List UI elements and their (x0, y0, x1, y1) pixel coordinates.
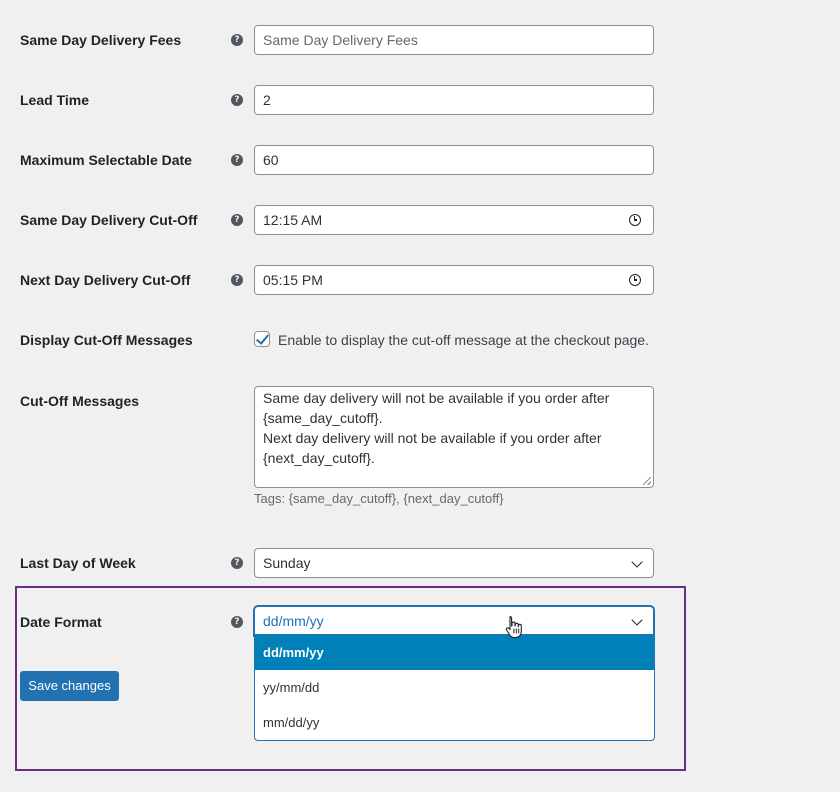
lead-time-input[interactable]: 2 (254, 85, 654, 115)
help-icon[interactable]: ? (231, 557, 243, 569)
textarea-line: {next_day_cutoff}. (263, 450, 375, 466)
clock-icon[interactable] (629, 274, 641, 286)
chevron-down-icon (631, 556, 643, 568)
display-cutoff-description: Enable to display the cut-off message at… (278, 332, 649, 348)
max-date-label: Maximum Selectable Date (20, 152, 192, 168)
same-day-cutoff-value: 12:15 AM (263, 212, 323, 228)
textarea-line: Same day delivery will not be available … (263, 390, 610, 406)
fees-input[interactable]: Same Day Delivery Fees (254, 25, 654, 55)
same-day-cutoff-input[interactable]: 12:15 AM (254, 205, 654, 235)
clock-icon[interactable] (629, 214, 641, 226)
help-icon[interactable]: ? (231, 154, 243, 166)
hand-pointer-icon (505, 615, 522, 639)
next-day-cutoff-label: Next Day Delivery Cut-Off (20, 272, 191, 288)
help-icon[interactable]: ? (231, 616, 243, 628)
date-format-option[interactable]: dd/mm/yy (255, 635, 654, 670)
cutoff-messages-textarea[interactable]: Same day delivery will not be available … (254, 386, 654, 488)
resize-handle-icon[interactable] (643, 477, 651, 485)
help-icon[interactable]: ? (231, 34, 243, 46)
textarea-line: Next day delivery will not be available … (263, 430, 602, 446)
lead-time-label: Lead Time (20, 92, 89, 108)
last-day-label: Last Day of Week (20, 555, 136, 571)
help-icon[interactable]: ? (231, 94, 243, 106)
date-format-select[interactable]: dd/mm/yy (254, 606, 654, 636)
next-day-cutoff-value: 05:15 PM (263, 272, 323, 288)
date-format-option[interactable]: mm/dd/yy (255, 705, 654, 740)
help-icon[interactable]: ? (231, 274, 243, 286)
display-cutoff-label: Display Cut-Off Messages (20, 332, 193, 348)
last-day-value: Sunday (263, 555, 311, 571)
max-date-input[interactable]: 60 (254, 145, 654, 175)
date-format-label: Date Format (20, 614, 102, 630)
tags-hint: Tags: {same_day_cutoff}, {next_day_cutof… (254, 491, 504, 506)
date-format-value: dd/mm/yy (263, 613, 324, 629)
last-day-select[interactable]: Sunday (254, 548, 654, 578)
fees-label: Same Day Delivery Fees (20, 32, 182, 48)
chevron-down-icon (631, 614, 643, 626)
display-cutoff-checkbox[interactable] (254, 331, 270, 347)
date-format-option[interactable]: yy/mm/dd (255, 670, 654, 705)
date-format-dropdown: dd/mm/yy yy/mm/dd mm/dd/yy (254, 634, 655, 741)
cutoff-messages-label: Cut-Off Messages (20, 393, 140, 409)
same-day-cutoff-label: Same Day Delivery Cut-Off (20, 212, 198, 228)
textarea-line: {same_day_cutoff}. (263, 410, 383, 426)
next-day-cutoff-input[interactable]: 05:15 PM (254, 265, 654, 295)
save-button[interactable]: Save changes (20, 671, 119, 701)
help-icon[interactable]: ? (231, 214, 243, 226)
